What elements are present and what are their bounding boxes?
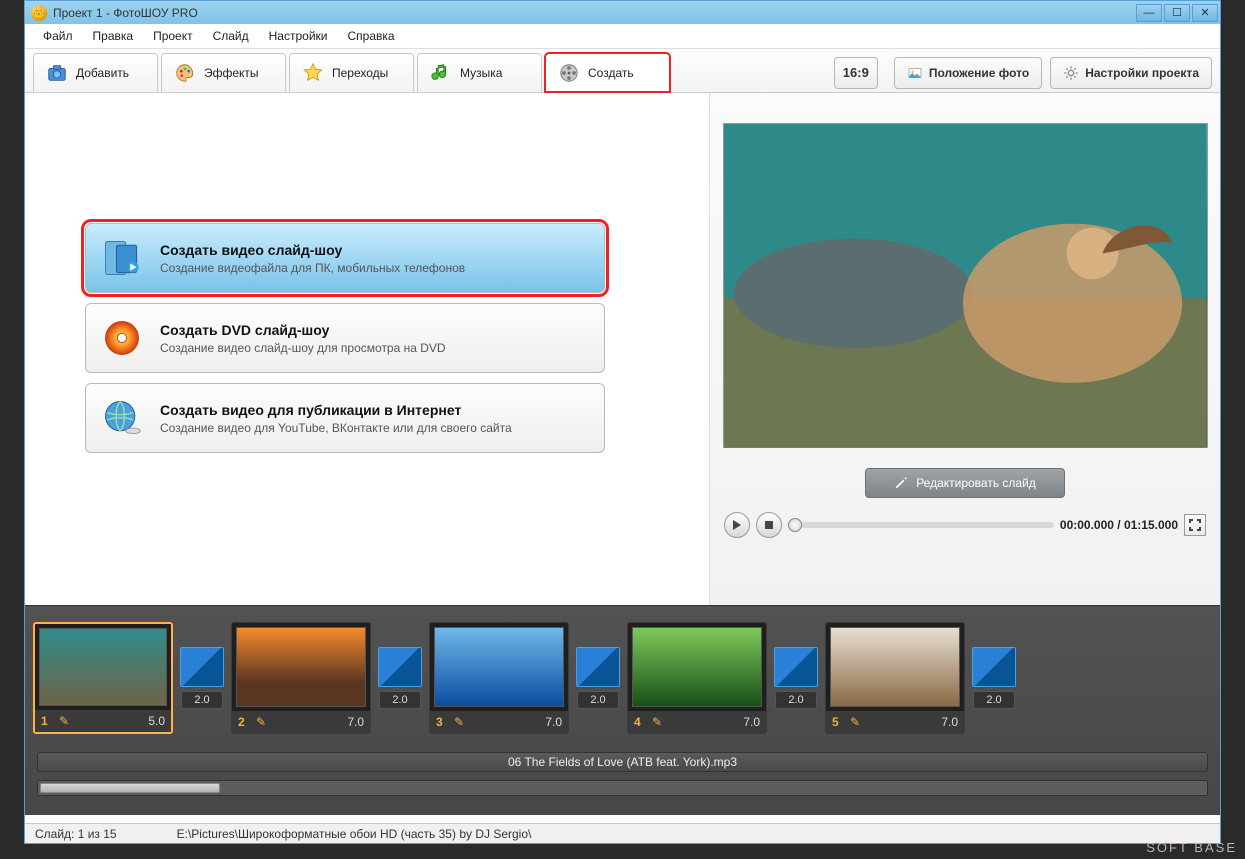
toolbar: Добавить Эффекты Переходы Музыка Создать — [25, 49, 1220, 93]
menu-file[interactable]: Файл — [33, 26, 83, 46]
statusbar: Слайд: 1 из 15 E:\Pictures\Широкоформатн… — [25, 823, 1220, 843]
card-title: Создать DVD слайд-шоу — [160, 322, 446, 338]
scroll-grip[interactable] — [40, 783, 220, 793]
create-video-card[interactable]: Создать видео слайд-шоу Создание видеофа… — [85, 223, 605, 293]
window-title: Проект 1 - ФотоШОУ PRO — [53, 6, 198, 20]
timeline: 1✎5.0 2.0 2✎7.0 2.0 3✎7.0 2.0 4✎7.0 2.0 … — [25, 605, 1220, 815]
transition-icon[interactable] — [378, 647, 422, 687]
transition-thumb-4[interactable]: 2.0 — [773, 647, 819, 709]
close-button[interactable]: ✕ — [1192, 4, 1218, 22]
create-panel: Создать видео слайд-шоу Создание видеофа… — [25, 93, 710, 605]
thumb-image — [434, 627, 564, 707]
slide-thumb-3[interactable]: 3✎7.0 — [429, 622, 569, 734]
transition-thumb-3[interactable]: 2.0 — [575, 647, 621, 709]
tab-effects[interactable]: Эффекты — [161, 53, 286, 92]
dvd-icon — [100, 316, 144, 360]
pencil-icon[interactable]: ✎ — [850, 715, 860, 729]
tab-transitions[interactable]: Переходы — [289, 53, 414, 92]
progress-handle[interactable] — [788, 518, 802, 532]
menu-project[interactable]: Проект — [143, 26, 203, 46]
pencil-icon[interactable]: ✎ — [59, 714, 69, 728]
menu-settings[interactable]: Настройки — [259, 26, 338, 46]
preview-image — [723, 123, 1208, 448]
transition-icon[interactable] — [576, 647, 620, 687]
tab-music[interactable]: Музыка — [417, 53, 542, 92]
thumb-image — [236, 627, 366, 707]
pencil-icon[interactable]: ✎ — [652, 715, 662, 729]
create-web-card[interactable]: Создать видео для публикации в Интернет … — [85, 383, 605, 453]
card-title: Создать видео слайд-шоу — [160, 242, 465, 258]
gear-icon — [1063, 65, 1079, 81]
playbar: 00:00.000 / 01:15.000 — [720, 510, 1210, 540]
menu-slide[interactable]: Слайд — [203, 26, 259, 46]
preview-panel: Редактировать слайд 00:00.000 / 01:15.00… — [710, 93, 1220, 605]
thumb-image — [39, 628, 167, 706]
slide-thumb-2[interactable]: 2✎7.0 — [231, 622, 371, 734]
tab-add[interactable]: Добавить — [33, 53, 158, 92]
music-icon — [430, 62, 452, 84]
slide-thumb-5[interactable]: 5✎7.0 — [825, 622, 965, 734]
audio-track[interactable]: 06 The Fields of Love (ATB feat. York).m… — [37, 752, 1208, 772]
maximize-button[interactable]: ☐ — [1164, 4, 1190, 22]
play-button[interactable] — [724, 512, 750, 538]
thumb-image — [830, 627, 960, 707]
aspect-ratio-button[interactable]: 16:9 — [834, 57, 878, 89]
progress-track[interactable] — [788, 522, 1054, 528]
create-dvd-card[interactable]: Создать DVD слайд-шоу Создание видео сла… — [85, 303, 605, 373]
reel-icon — [558, 62, 580, 84]
slide-thumb-4[interactable]: 4✎7.0 — [627, 622, 767, 734]
tab-create[interactable]: Создать — [545, 53, 670, 92]
content: Создать видео слайд-шоу Создание видеофа… — [25, 93, 1220, 605]
transition-icon[interactable] — [774, 647, 818, 687]
status-slide: Слайд: 1 из 15 — [35, 827, 117, 841]
timecode: 00:00.000 / 01:15.000 — [1060, 518, 1178, 532]
status-path: E:\Pictures\Широкоформатные обои HD (час… — [177, 827, 532, 841]
card-desc: Создание видеофайла для ПК, мобильных те… — [160, 261, 465, 275]
globe-icon — [100, 396, 144, 440]
transition-thumb-2[interactable]: 2.0 — [377, 647, 423, 709]
photo-position-button[interactable]: Положение фото — [894, 57, 1042, 89]
camera-icon — [46, 62, 68, 84]
app-icon: 👑 — [31, 5, 47, 21]
transition-icon[interactable] — [180, 647, 224, 687]
fullscreen-button[interactable] — [1184, 514, 1206, 536]
pencil-icon[interactable]: ✎ — [454, 715, 464, 729]
card-desc: Создание видео слайд-шоу для просмотра н… — [160, 341, 446, 355]
minimize-button[interactable]: — — [1136, 4, 1162, 22]
film-strip: 1✎5.0 2.0 2✎7.0 2.0 3✎7.0 2.0 4✎7.0 2.0 … — [33, 614, 1212, 742]
picture-icon — [907, 65, 923, 81]
titlebar: 👑 Проект 1 - ФотоШОУ PRO — ☐ ✕ — [25, 1, 1220, 24]
thumb-image — [632, 627, 762, 707]
menubar: Файл Правка Проект Слайд Настройки Справ… — [25, 24, 1220, 49]
timeline-scrollbar[interactable] — [37, 780, 1208, 796]
app-window: 👑 Проект 1 - ФотоШОУ PRO — ☐ ✕ Файл Прав… — [24, 0, 1221, 844]
slide-thumb-1[interactable]: 1✎5.0 — [33, 622, 173, 734]
project-settings-button[interactable]: Настройки проекта — [1050, 57, 1212, 89]
star-icon — [302, 62, 324, 84]
stop-button[interactable] — [756, 512, 782, 538]
edit-slide-button[interactable]: Редактировать слайд — [865, 468, 1065, 498]
transition-thumb-1[interactable]: 2.0 — [179, 647, 225, 709]
menu-edit[interactable]: Правка — [83, 26, 144, 46]
menu-help[interactable]: Справка — [337, 26, 404, 46]
card-title: Создать видео для публикации в Интернет — [160, 402, 512, 418]
transition-thumb-5[interactable]: 2.0 — [971, 647, 1017, 709]
pencil-icon — [894, 476, 908, 490]
transition-icon[interactable] — [972, 647, 1016, 687]
palette-icon — [174, 62, 196, 84]
video-file-icon — [100, 236, 144, 280]
pencil-icon[interactable]: ✎ — [256, 715, 266, 729]
card-desc: Создание видео для YouTube, ВКонтакте ил… — [160, 421, 512, 435]
watermark: SOFT BASE — [1146, 840, 1237, 855]
